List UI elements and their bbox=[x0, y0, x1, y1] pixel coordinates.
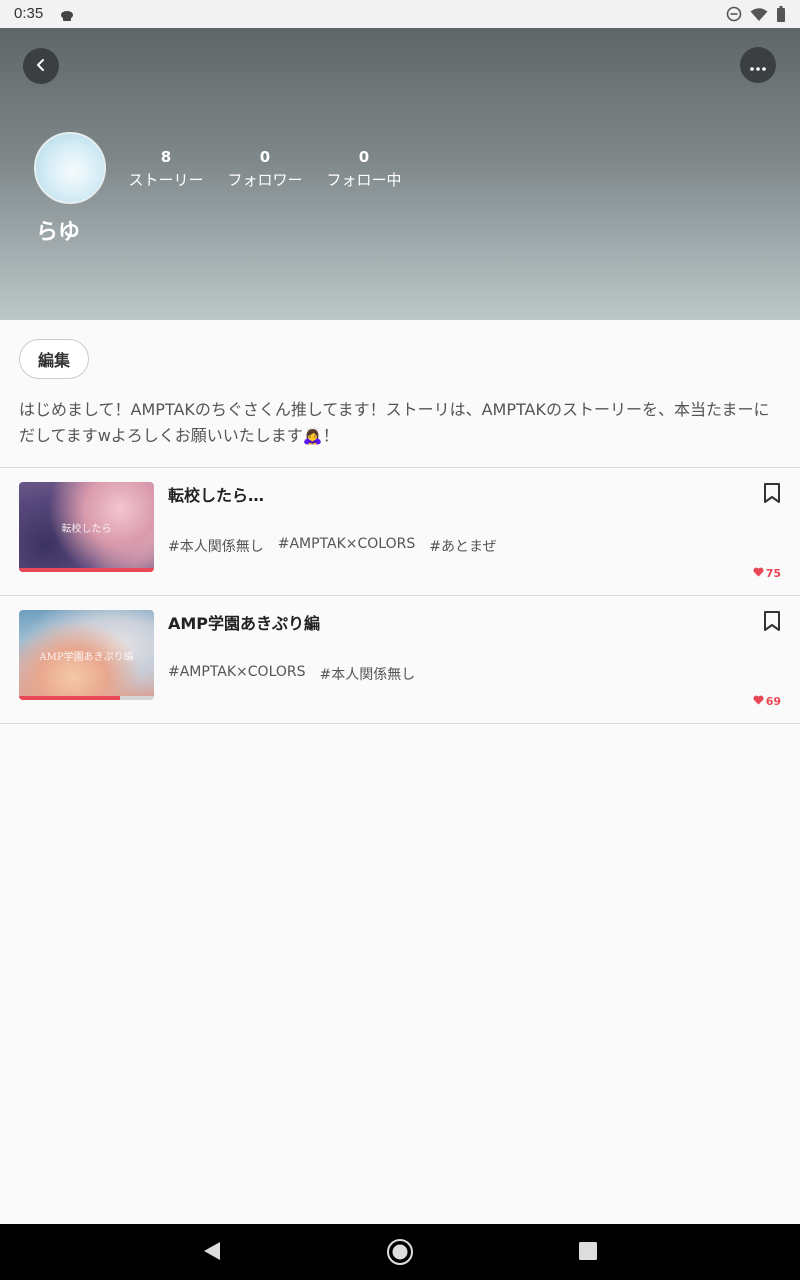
more-options-button[interactable] bbox=[740, 47, 776, 83]
stat-following-count: 0 bbox=[358, 148, 370, 166]
bookmark-icon bbox=[764, 611, 780, 631]
tag[interactable]: #本人関係無し bbox=[320, 664, 416, 684]
system-nav-bar bbox=[0, 1224, 800, 1280]
thumbnail-caption: AMP学園あきぷり編 bbox=[39, 652, 134, 663]
edit-profile-button[interactable]: 編集 bbox=[19, 339, 89, 379]
read-progress-fill bbox=[19, 568, 154, 572]
like-count: 69 bbox=[753, 695, 781, 708]
stat-followers-label: フォロワー bbox=[227, 171, 303, 189]
story-thumbnail[interactable]: AMP学園あきぷり編 bbox=[19, 610, 154, 700]
back-icon bbox=[34, 57, 48, 76]
read-progress-bar bbox=[19, 696, 154, 700]
read-progress-bar bbox=[19, 568, 154, 572]
tag[interactable]: #AMPTAK×COLORS bbox=[278, 536, 416, 556]
stat-stories-count: 8 bbox=[160, 148, 172, 166]
stat-following-label: フォロー中 bbox=[326, 171, 402, 189]
story-item[interactable]: AMP学園あきぷり編 AMP学園あきぷり編 #AMPTAK×COLORS #本人… bbox=[0, 596, 800, 724]
nav-recents-icon[interactable] bbox=[579, 1242, 597, 1264]
dnd-icon bbox=[726, 6, 742, 26]
stat-stories-label: ストーリー bbox=[128, 171, 204, 189]
read-progress-fill bbox=[19, 696, 121, 700]
nav-back-icon[interactable] bbox=[202, 1240, 222, 1266]
like-count: 75 bbox=[753, 567, 781, 580]
story-tags: #AMPTAK×COLORS #本人関係無し bbox=[168, 664, 415, 684]
stat-followers[interactable]: 0 フォロワー bbox=[222, 148, 308, 190]
bio-line: だしてますwよろしくお願いいたします🙇‍♀️！ bbox=[19, 426, 339, 445]
tag[interactable]: #本人関係無し bbox=[168, 536, 264, 556]
heart-icon bbox=[753, 567, 764, 580]
status-bar: 0:35 bbox=[0, 0, 800, 28]
profile-header: らゆ 8 ストーリー 0 フォロワー 0 フォロー中 bbox=[0, 28, 800, 320]
stat-following[interactable]: 0 フォロー中 bbox=[322, 148, 406, 190]
profile-bio: はじめまして！AMPTAKのちぐさくん推してます！ストーリは、AMPTAKのスト… bbox=[19, 397, 784, 449]
tag[interactable]: #あとまぜ bbox=[429, 536, 496, 556]
battery-icon bbox=[776, 6, 786, 26]
bookmark-button[interactable] bbox=[762, 482, 782, 508]
bio-line: はじめまして！AMPTAKのちぐさくん推してます！ストーリは、AMPTAKのスト… bbox=[19, 400, 770, 419]
thumbnail-caption: 転校したら bbox=[61, 524, 112, 535]
story-tags: #本人関係無し #AMPTAK×COLORS #あとまぜ bbox=[168, 536, 497, 556]
wifi-icon bbox=[750, 7, 768, 26]
story-title[interactable]: 転校したら… bbox=[168, 482, 264, 506]
status-time: 0:35 bbox=[14, 5, 44, 22]
bookmark-button[interactable] bbox=[762, 610, 782, 636]
nav-home-icon[interactable] bbox=[386, 1238, 414, 1270]
story-thumbnail[interactable]: 転校したら bbox=[19, 482, 154, 572]
stat-stories[interactable]: 8 ストーリー bbox=[122, 148, 210, 190]
like-count-value: 69 bbox=[765, 695, 781, 708]
divider bbox=[0, 723, 800, 724]
avatar[interactable] bbox=[34, 132, 106, 204]
more-icon bbox=[750, 56, 766, 75]
username: らゆ bbox=[36, 220, 81, 245]
app-notification-icon bbox=[60, 7, 74, 26]
heart-icon bbox=[753, 695, 764, 708]
story-title[interactable]: AMP学園あきぷり編 bbox=[168, 610, 320, 634]
back-button[interactable] bbox=[23, 48, 59, 84]
tag[interactable]: #AMPTAK×COLORS bbox=[168, 664, 306, 684]
stat-followers-count: 0 bbox=[259, 148, 271, 166]
bookmark-icon bbox=[764, 483, 780, 503]
like-count-value: 75 bbox=[765, 567, 781, 580]
story-item[interactable]: 転校したら 転校したら… #本人関係無し #AMPTAK×COLORS #あとま… bbox=[0, 468, 800, 596]
